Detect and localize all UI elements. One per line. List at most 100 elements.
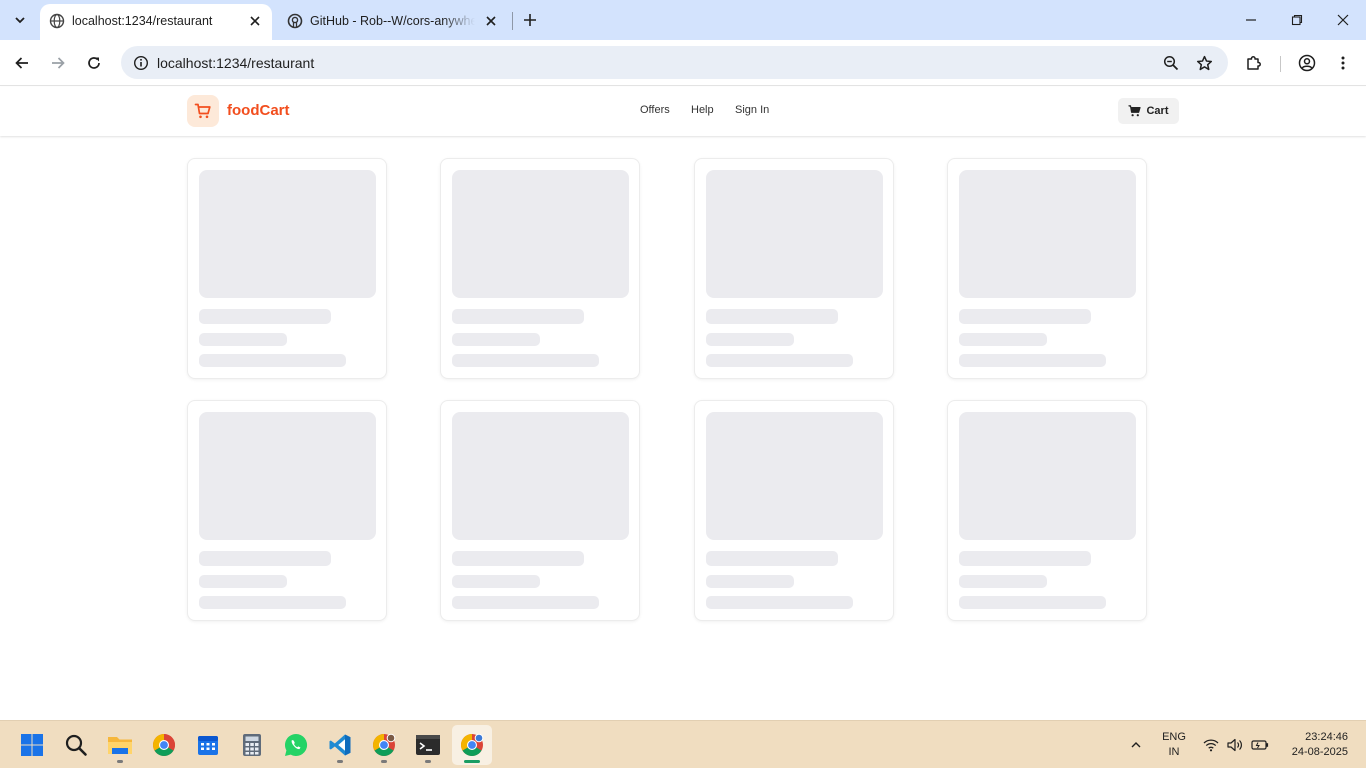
toolbar-divider [1280, 56, 1281, 72]
running-indicator [464, 760, 480, 763]
skeleton-image [199, 170, 376, 298]
restore-button[interactable] [1274, 0, 1320, 40]
vscode-icon [329, 734, 351, 756]
chrome-app[interactable] [144, 725, 184, 765]
address-bar[interactable]: localhost:1234/restaurant [121, 46, 1228, 79]
clock[interactable]: 23:24:46 24-08-2025 [1278, 730, 1348, 760]
language-indicator[interactable]: ENG IN [1158, 730, 1190, 760]
terminal-app[interactable] [408, 725, 448, 765]
skeleton-line [959, 551, 1091, 566]
restaurant-card-skeleton [187, 158, 387, 379]
minimize-button[interactable] [1228, 0, 1274, 40]
skeleton-line [452, 354, 599, 367]
back-button[interactable] [8, 49, 36, 77]
github-icon [287, 13, 303, 29]
file-explorer-app[interactable] [100, 725, 140, 765]
show-hidden-icons-button[interactable] [1124, 721, 1148, 768]
skeleton-line [452, 596, 599, 609]
puzzle-icon [1247, 56, 1261, 70]
skeleton-line [199, 333, 287, 346]
account-icon [1298, 54, 1316, 72]
skeleton-line [959, 575, 1047, 588]
skeleton-line [199, 354, 346, 367]
brand-name[interactable]: foodCart [227, 102, 290, 119]
battery-status[interactable] [1248, 721, 1272, 768]
search-button[interactable] [56, 725, 96, 765]
tab-title: GitHub - Rob--W/cors-anywhere [310, 14, 475, 28]
close-tab-icon[interactable] [246, 12, 264, 30]
whatsapp-app[interactable] [276, 725, 316, 765]
nav-sign-in-link[interactable]: Sign In [735, 104, 769, 116]
address-url: localhost:1234/restaurant [157, 55, 315, 71]
skeleton-line [452, 551, 584, 566]
bookmark-star-icon[interactable] [1192, 51, 1216, 75]
chrome-active-app[interactable] [452, 725, 492, 765]
profile-button[interactable] [1293, 49, 1321, 77]
battery-icon [1251, 740, 1269, 750]
skeleton-line [706, 309, 838, 324]
chrome-icon [373, 733, 396, 756]
tab-search-button[interactable] [6, 6, 34, 34]
more-vertical-icon [1341, 56, 1345, 70]
windows-icon [21, 734, 43, 756]
skeleton-line [199, 551, 331, 566]
skeleton-image [959, 170, 1136, 298]
restaurant-card-skeleton [440, 400, 640, 621]
running-indicator [337, 760, 343, 763]
plus-icon [524, 14, 536, 26]
language-code: ENG [1162, 731, 1186, 743]
wifi-icon [1203, 739, 1219, 752]
nav-offers-link[interactable]: Offers [640, 104, 670, 116]
volume-status[interactable] [1224, 721, 1246, 768]
new-tab-button[interactable] [518, 8, 542, 32]
skeleton-image [706, 170, 883, 298]
browser-toolbar: localhost:1234/restaurant [0, 40, 1366, 86]
arrow-left-icon [15, 57, 28, 69]
close-tab-icon[interactable] [482, 12, 500, 30]
running-indicator [117, 760, 123, 763]
skeleton-line [452, 333, 540, 346]
restaurant-card-skeleton [187, 400, 387, 621]
forward-button[interactable] [44, 49, 72, 77]
skeleton-image [199, 412, 376, 540]
calendar-icon [198, 736, 218, 755]
reload-button[interactable] [80, 49, 108, 77]
restaurant-card-skeleton [947, 158, 1147, 379]
skeleton-line [959, 309, 1091, 324]
chrome-profile-app[interactable] [364, 725, 404, 765]
chrome-icon [153, 734, 175, 756]
tab-github[interactable]: GitHub - Rob--W/cors-anywhere [278, 4, 508, 40]
menu-button[interactable] [1329, 49, 1357, 77]
skeleton-line [959, 354, 1106, 367]
running-indicator [425, 760, 431, 763]
restaurant-card-skeleton [947, 400, 1147, 621]
close-window-button[interactable] [1320, 0, 1366, 40]
skeleton-image [452, 170, 629, 298]
tab-restaurant[interactable]: localhost:1234/restaurant [40, 4, 272, 40]
extensions-button[interactable] [1240, 49, 1268, 77]
skeleton-line [452, 309, 584, 324]
close-icon [1337, 14, 1349, 26]
running-indicator [381, 760, 387, 763]
zoom-icon[interactable] [1159, 51, 1183, 75]
cart-label: Cart [1146, 105, 1169, 117]
start-button[interactable] [12, 725, 52, 765]
folder-icon [108, 737, 132, 754]
skeleton-line [706, 354, 853, 367]
restaurant-card-skeleton [694, 158, 894, 379]
chrome-icon [461, 733, 484, 756]
restaurant-card-skeleton [440, 158, 640, 379]
calendar-app[interactable] [188, 725, 228, 765]
wifi-status[interactable] [1200, 721, 1222, 768]
logo[interactable] [187, 95, 219, 127]
calculator-app[interactable] [232, 725, 272, 765]
site-info-icon[interactable] [129, 51, 153, 75]
nav-help-link[interactable]: Help [691, 104, 714, 116]
reload-icon [88, 57, 100, 69]
vscode-app[interactable] [320, 725, 360, 765]
skeleton-image [706, 412, 883, 540]
search-icon [65, 734, 87, 756]
skeleton-line [959, 596, 1106, 609]
cart-button[interactable]: Cart [1118, 98, 1179, 124]
restaurant-card-skeleton [694, 400, 894, 621]
